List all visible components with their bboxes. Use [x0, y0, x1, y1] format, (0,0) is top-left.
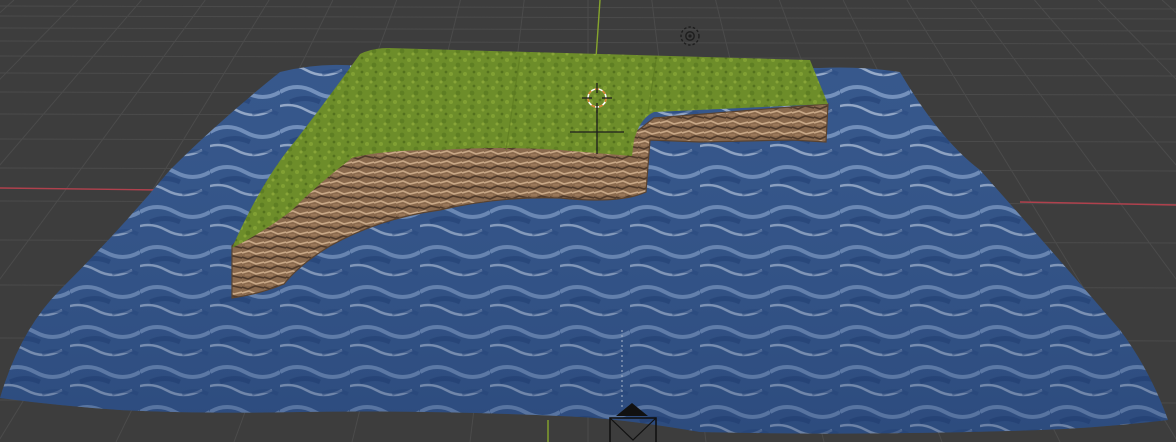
3d-viewport[interactable] — [0, 0, 1176, 442]
viewport-canvas[interactable] — [0, 0, 1176, 442]
